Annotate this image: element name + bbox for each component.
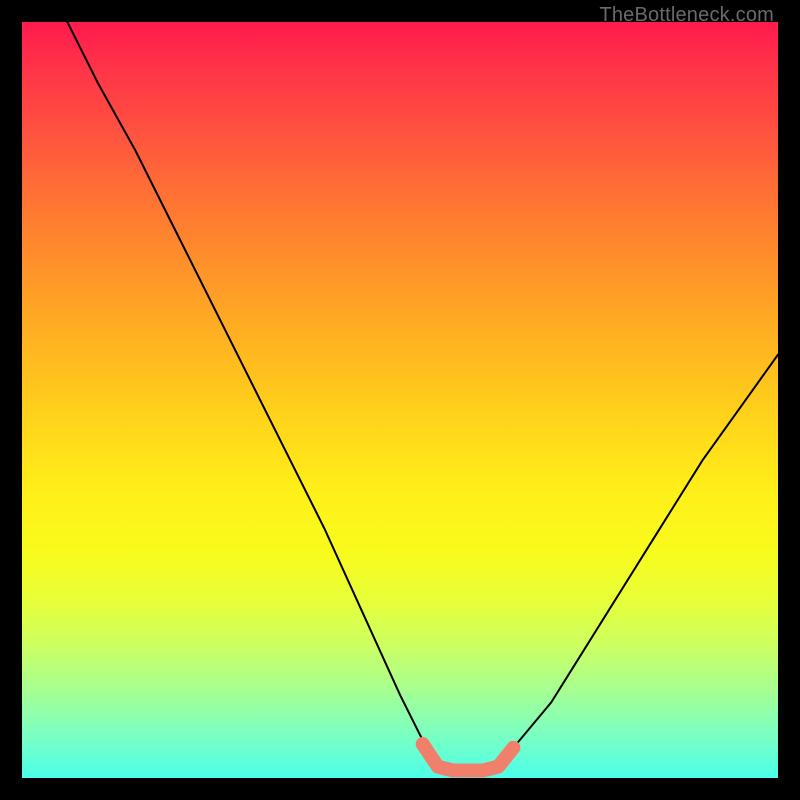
watermark-text: TheBottleneck.com (599, 4, 774, 27)
plot-area (22, 22, 778, 778)
optimal-range-marker (423, 744, 514, 770)
bottleneck-curve (67, 22, 778, 770)
curve-layer (22, 22, 778, 778)
chart-frame (22, 22, 778, 778)
